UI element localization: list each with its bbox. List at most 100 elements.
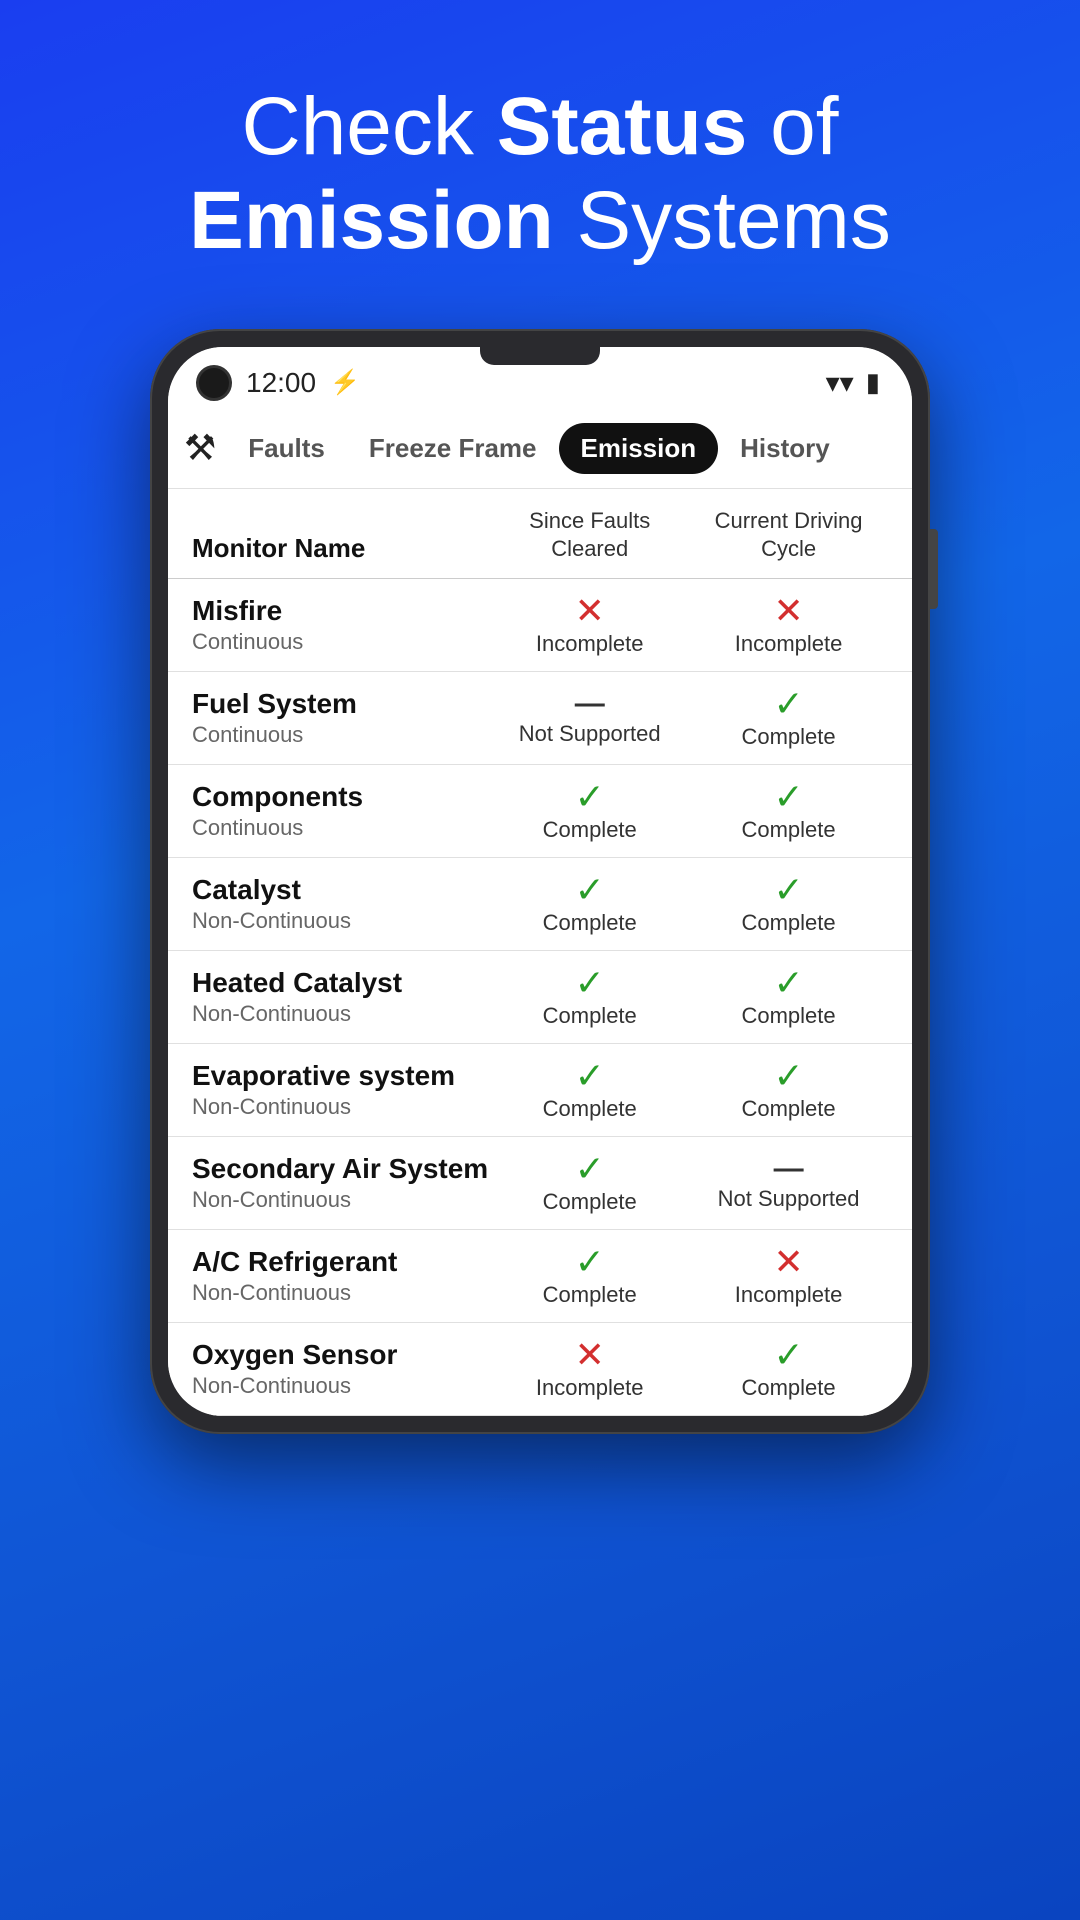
row-name: Components Continuous <box>192 781 490 841</box>
status-bar-left: 12:00 ⚡ <box>196 365 360 401</box>
status-label: Not Supported <box>718 1186 860 1212</box>
status-label: Complete <box>741 724 835 750</box>
monitor-type: Non-Continuous <box>192 1187 490 1213</box>
monitor-name: Components <box>192 781 490 813</box>
obd-icon: ⚒ <box>184 427 216 469</box>
status-label: Complete <box>543 1282 637 1308</box>
monitor-name: Evaporative system <box>192 1060 490 1092</box>
hero-title: Check Status of Emission Systems <box>129 80 951 269</box>
table-row: A/C Refrigerant Non-Continuous ✓ Complet… <box>168 1230 912 1323</box>
monitor-type: Non-Continuous <box>192 908 490 934</box>
status-label: Complete <box>543 1003 637 1029</box>
status-cell: ✓ Complete <box>689 686 888 750</box>
check-icon: ✓ <box>773 779 803 815</box>
status-cell: ✓ Complete <box>689 1058 888 1122</box>
status-label: Complete <box>741 1096 835 1122</box>
status-label: Complete <box>543 1096 637 1122</box>
row-name: Oxygen Sensor Non-Continuous <box>192 1339 490 1399</box>
row-name: A/C Refrigerant Non-Continuous <box>192 1246 490 1306</box>
status-cell: ✕ Incomplete <box>689 593 888 657</box>
status-cell: ✓ Complete <box>490 872 689 936</box>
phone-screen: 12:00 ⚡ ▾▾ ▮ ⚒ Faults Freeze Frame Emiss… <box>168 347 912 1416</box>
dash-icon: — <box>575 689 605 719</box>
check-icon: ✓ <box>773 872 803 908</box>
x-icon: ✕ <box>773 593 803 629</box>
status-label: Complete <box>543 1189 637 1215</box>
dash-icon: — <box>774 1154 804 1184</box>
check-icon: ✓ <box>773 1058 803 1094</box>
status-label: Incomplete <box>735 1282 843 1308</box>
front-camera <box>196 365 232 401</box>
th-col1: Since FaultsCleared <box>490 507 689 564</box>
table-body: Misfire Continuous ✕ Incomplete ✕ Incomp… <box>168 579 912 1416</box>
status-cell: ✓ Complete <box>490 1058 689 1122</box>
status-cell: ✕ Incomplete <box>689 1244 888 1308</box>
phone-outer: 12:00 ⚡ ▾▾ ▮ ⚒ Faults Freeze Frame Emiss… <box>150 329 930 1434</box>
flash-icon: ⚡ <box>330 368 360 397</box>
emission-table: Monitor Name Since FaultsCleared Current… <box>168 489 912 1416</box>
status-label: Complete <box>741 817 835 843</box>
monitor-type: Non-Continuous <box>192 1373 490 1399</box>
status-cell: ✕ Incomplete <box>490 1337 689 1401</box>
monitor-name: Oxygen Sensor <box>192 1339 490 1371</box>
th-col2: Current DrivingCycle <box>689 507 888 564</box>
status-cell: ✓ Complete <box>689 872 888 936</box>
table-row: Secondary Air System Non-Continuous ✓ Co… <box>168 1137 912 1230</box>
monitor-type: Continuous <box>192 815 490 841</box>
monitor-name: A/C Refrigerant <box>192 1246 490 1278</box>
th-monitor: Monitor Name <box>192 533 490 564</box>
x-icon: ✕ <box>773 1244 803 1280</box>
check-icon: ✓ <box>575 779 605 815</box>
row-name: Catalyst Non-Continuous <box>192 874 490 934</box>
check-icon: ✓ <box>773 965 803 1001</box>
status-label: Complete <box>543 817 637 843</box>
tab-faults[interactable]: Faults <box>226 423 347 474</box>
hero-line2: Emission Systems <box>189 175 891 266</box>
tab-emission[interactable]: Emission <box>559 423 719 474</box>
table-row: Heated Catalyst Non-Continuous ✓ Complet… <box>168 951 912 1044</box>
monitor-type: Non-Continuous <box>192 1001 490 1027</box>
status-cell: ✓ Complete <box>490 1244 689 1308</box>
check-icon: ✓ <box>575 872 605 908</box>
status-cell: ✓ Complete <box>490 779 689 843</box>
x-icon: ✕ <box>575 593 605 629</box>
row-name: Evaporative system Non-Continuous <box>192 1060 490 1120</box>
table-row: Catalyst Non-Continuous ✓ Complete ✓ Com… <box>168 858 912 951</box>
monitor-type: Non-Continuous <box>192 1094 490 1120</box>
row-name: Misfire Continuous <box>192 595 490 655</box>
check-icon: ✓ <box>575 965 605 1001</box>
phone-notch <box>480 347 600 365</box>
check-icon: ✓ <box>773 686 803 722</box>
monitor-type: Continuous <box>192 722 490 748</box>
status-cell: ✕ Incomplete <box>490 593 689 657</box>
x-icon: ✕ <box>575 1337 605 1373</box>
tab-freeze-frame[interactable]: Freeze Frame <box>347 423 559 474</box>
check-icon: ✓ <box>575 1244 605 1280</box>
status-cell: ✓ Complete <box>689 1337 888 1401</box>
table-row: Oxygen Sensor Non-Continuous ✕ Incomplet… <box>168 1323 912 1416</box>
check-icon: ✓ <box>575 1058 605 1094</box>
status-label: Complete <box>741 910 835 936</box>
table-row: Fuel System Continuous — Not Supported ✓… <box>168 672 912 765</box>
row-name: Heated Catalyst Non-Continuous <box>192 967 490 1027</box>
status-label: Complete <box>543 910 637 936</box>
status-label: Complete <box>741 1003 835 1029</box>
check-icon: ✓ <box>575 1151 605 1187</box>
table-row: Misfire Continuous ✕ Incomplete ✕ Incomp… <box>168 579 912 672</box>
row-name: Fuel System Continuous <box>192 688 490 748</box>
monitor-type: Non-Continuous <box>192 1280 490 1306</box>
monitor-name: Secondary Air System <box>192 1153 490 1185</box>
monitor-name: Misfire <box>192 595 490 627</box>
phone-mockup: 12:00 ⚡ ▾▾ ▮ ⚒ Faults Freeze Frame Emiss… <box>150 329 930 1434</box>
phone-side-button <box>930 529 938 609</box>
table-header: Monitor Name Since FaultsCleared Current… <box>168 489 912 579</box>
table-row: Evaporative system Non-Continuous ✓ Comp… <box>168 1044 912 1137</box>
tab-history[interactable]: History <box>718 423 852 474</box>
status-label: Not Supported <box>519 721 661 747</box>
status-cell: ✓ Complete <box>490 965 689 1029</box>
monitor-name: Heated Catalyst <box>192 967 490 999</box>
status-cell: ✓ Complete <box>490 1151 689 1215</box>
status-label: Complete <box>741 1375 835 1401</box>
status-time: 12:00 <box>246 367 316 399</box>
wifi-icon: ▾▾ <box>826 366 854 399</box>
